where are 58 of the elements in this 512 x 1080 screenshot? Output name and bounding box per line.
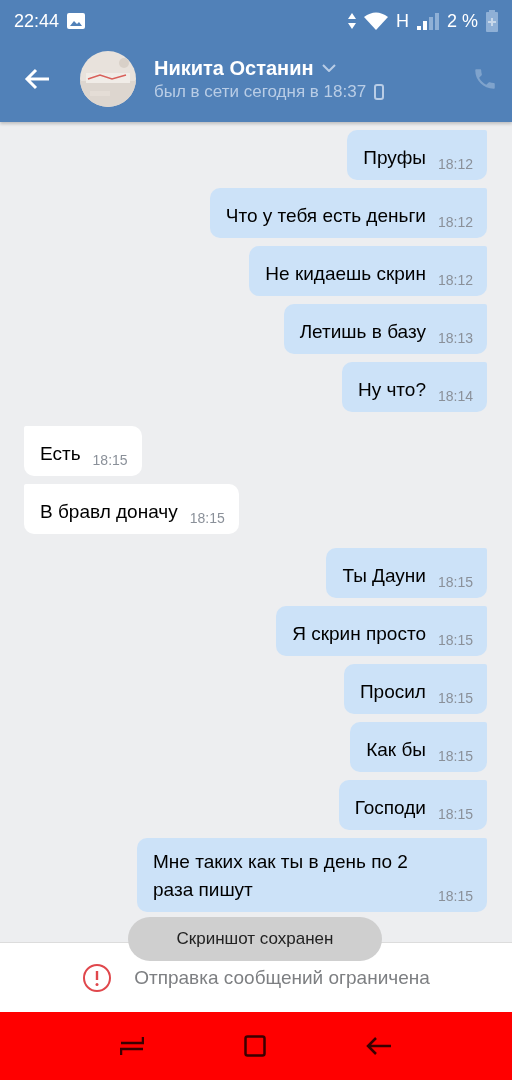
message-time: 18:15 <box>437 748 473 764</box>
message-text: Есть <box>40 442 81 466</box>
outgoing-message[interactable]: Мне таких как ты в день по 2 раза пишут 18:15 <box>137 838 487 912</box>
message-time: 18:15 <box>437 806 473 822</box>
message-time: 18:15 <box>92 452 128 468</box>
message-text: Я скрин просто <box>292 622 426 646</box>
outgoing-message[interactable]: Ты Дауни 18:15 <box>326 548 487 598</box>
outgoing-message[interactable]: Пруфы 18:12 <box>347 130 487 180</box>
message-text: Ты Дауни <box>342 564 426 588</box>
message-text: Что у тебя есть деньги <box>225 204 426 228</box>
battery-icon <box>486 10 498 32</box>
contact-name[interactable]: Никита Останин <box>154 56 314 80</box>
message-text: Ну что? <box>357 378 426 402</box>
wifi-icon <box>363 12 388 30</box>
back-icon[interactable] <box>24 68 50 90</box>
restriction-notice: Отправка сообщений ограничена <box>134 966 430 989</box>
message-time: 18:12 <box>437 272 473 288</box>
message-text: В бравл доначу <box>40 500 178 524</box>
message-time: 18:12 <box>437 214 473 230</box>
message-text: Не кидаешь скрин <box>265 262 426 286</box>
message-text: Господи <box>354 796 426 820</box>
outgoing-message[interactable]: Господи 18:15 <box>338 780 487 830</box>
incoming-message[interactable]: Есть 18:15 <box>24 426 142 476</box>
message-text: Летишь в базу <box>299 320 426 344</box>
status-time: 22:44 <box>14 10 60 32</box>
message-time: 18:12 <box>437 156 473 172</box>
message-time: 18:15 <box>437 690 473 706</box>
screenshot-toast: Скриншот сохранен <box>128 917 382 961</box>
message-time: 18:15 <box>189 510 225 526</box>
last-seen-status: был в сети сегодня в 18:37 <box>154 81 367 102</box>
chevron-down-icon[interactable] <box>321 64 336 72</box>
message-time: 18:15 <box>437 574 473 590</box>
outgoing-message[interactable]: Ну что? 18:14 <box>341 362 487 412</box>
battery-percent: 2 % <box>446 10 478 32</box>
data-arrows-icon <box>347 12 356 30</box>
outgoing-message[interactable]: Я скрин просто 18:15 <box>276 606 487 656</box>
message-text: Мне таких как ты в день по 2 раза пишут <box>153 850 409 902</box>
outgoing-message[interactable]: Летишь в базу 18:13 <box>283 304 487 354</box>
phone-icon <box>374 83 385 100</box>
network-type: H <box>395 10 409 32</box>
home-square-icon[interactable] <box>244 1035 266 1057</box>
signal-icon <box>416 12 439 30</box>
recent-apps-icon[interactable] <box>120 1036 144 1056</box>
message-text: Пруфы <box>363 146 426 170</box>
message-time: 18:14 <box>437 388 473 404</box>
message-time: 18:15 <box>437 888 473 904</box>
message-text: Как бы <box>366 738 426 762</box>
outgoing-message[interactable]: Что у тебя есть деньги 18:12 <box>209 188 487 238</box>
incoming-message[interactable]: В бравл доначу 18:15 <box>24 484 239 534</box>
back-arrow-icon[interactable] <box>366 1036 392 1056</box>
message-time: 18:15 <box>437 632 473 648</box>
image-icon <box>67 13 86 29</box>
warning-icon <box>82 962 113 993</box>
outgoing-message[interactable]: Как бы 18:15 <box>350 722 487 772</box>
outgoing-message[interactable]: Просил 18:15 <box>343 664 487 714</box>
outgoing-message[interactable]: Не кидаешь скрин 18:12 <box>249 246 487 296</box>
message-time: 18:13 <box>437 330 473 346</box>
message-text: Просил <box>359 680 426 704</box>
